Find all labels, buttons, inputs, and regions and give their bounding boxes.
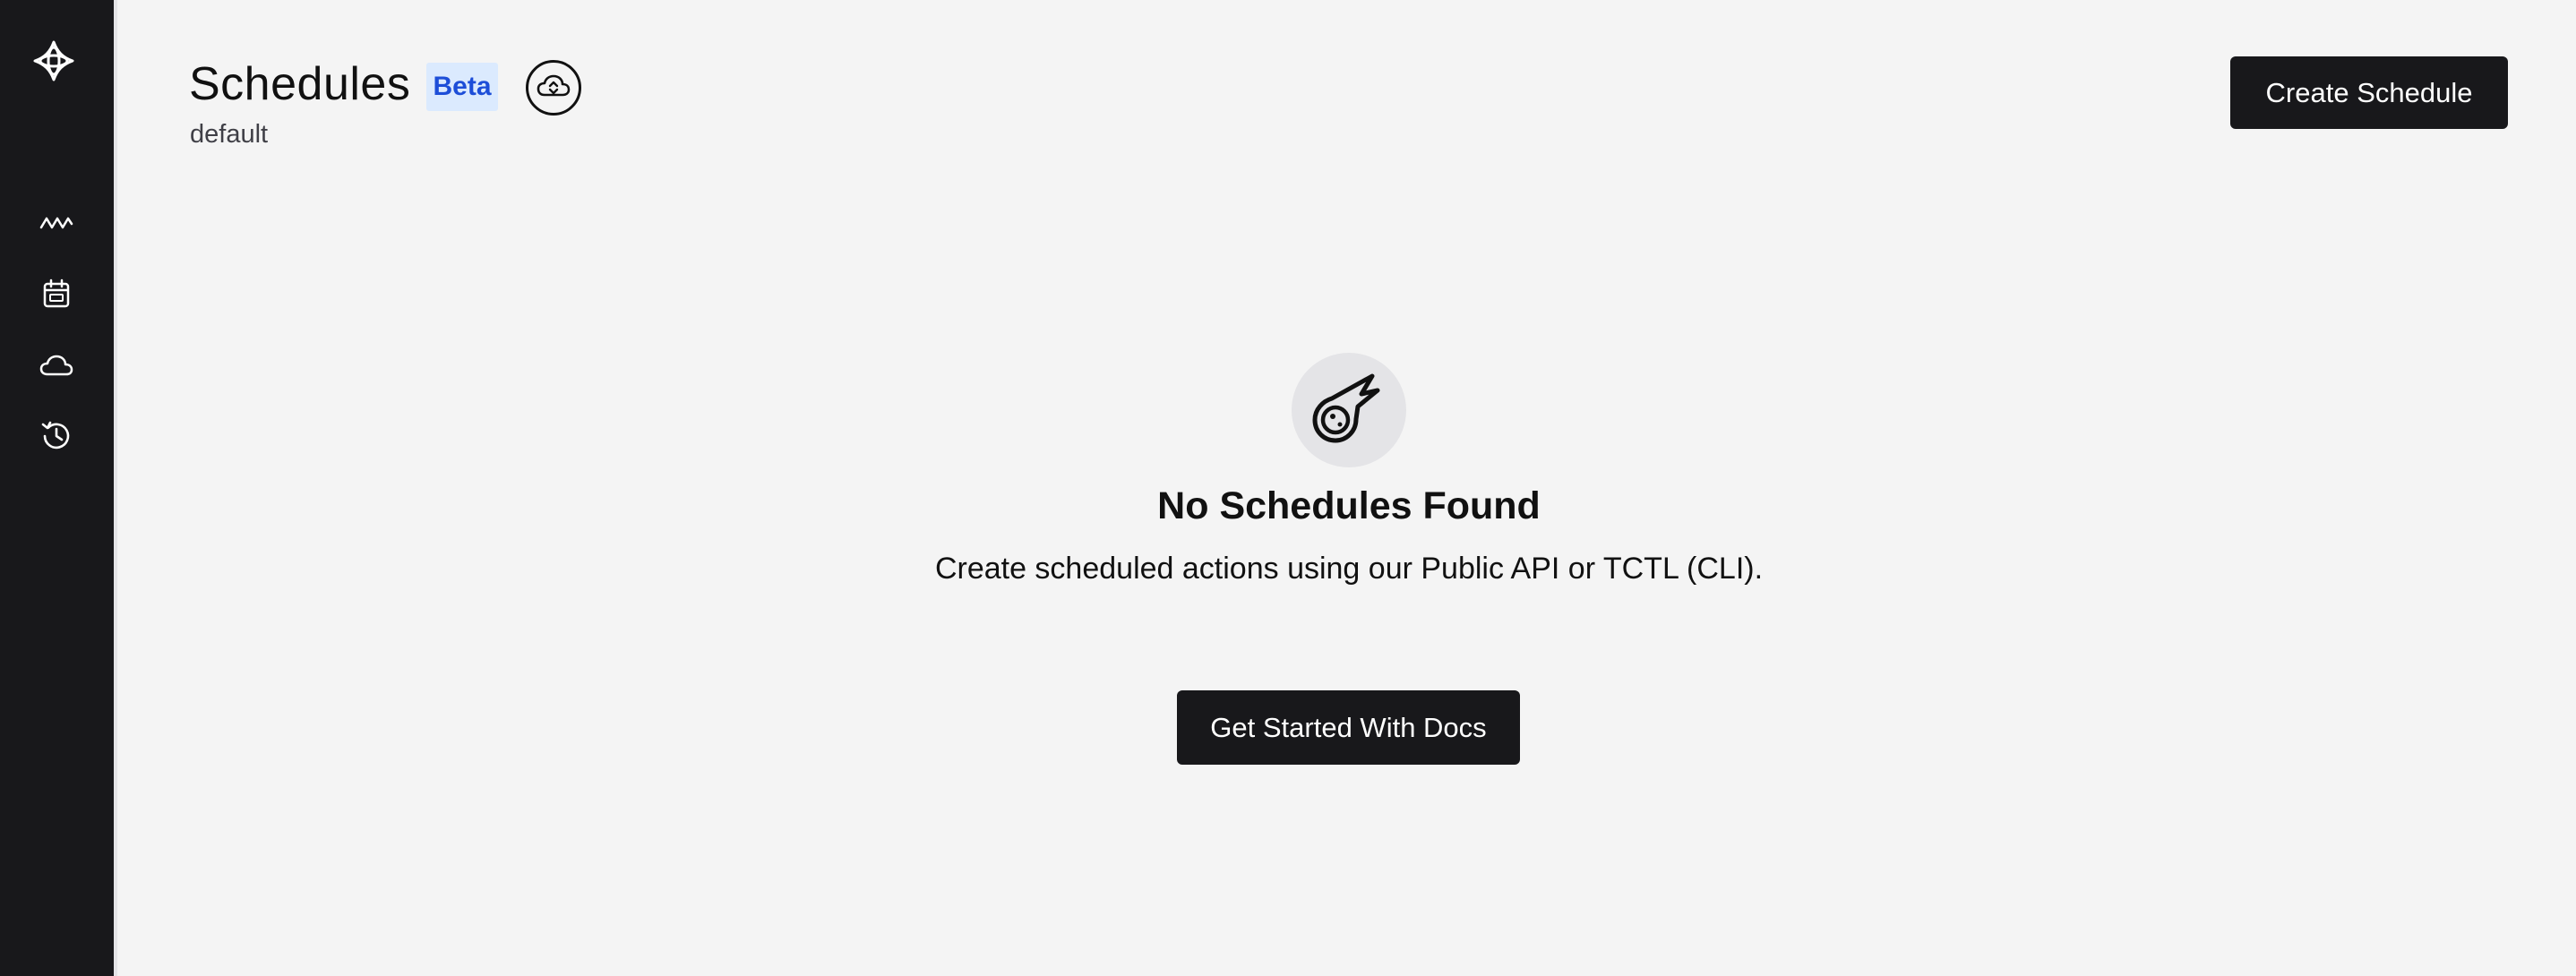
sidebar-item-workflows[interactable] (34, 204, 79, 240)
workflows-icon (39, 213, 73, 231)
beta-badge: Beta (426, 63, 498, 111)
empty-state-icon-circle (1292, 353, 1406, 467)
page-title: Schedules (189, 58, 411, 110)
app-root: Schedules Beta default Create Schedule N… (0, 0, 2576, 976)
temporal-logo-icon[interactable] (27, 36, 81, 86)
empty-state-title: No Schedules Found (1157, 484, 1541, 527)
cloud-sync-button[interactable] (526, 60, 581, 116)
cloud-icon (39, 354, 73, 377)
empty-state-description: Create scheduled actions using our Publi… (934, 552, 1764, 586)
cloud-upload-download-icon (536, 72, 571, 105)
calendar-icon (42, 278, 71, 309)
create-schedule-button[interactable]: Create Schedule (2230, 56, 2508, 129)
sidebar-item-history[interactable] (34, 415, 79, 457)
comet-icon (1308, 367, 1390, 454)
sidebar-item-namespaces[interactable] (34, 346, 79, 385)
namespace-label: default (190, 120, 269, 149)
history-icon (39, 419, 73, 453)
sidebar-item-schedules[interactable] (34, 274, 79, 313)
get-started-docs-button[interactable]: Get Started With Docs (1177, 690, 1520, 765)
